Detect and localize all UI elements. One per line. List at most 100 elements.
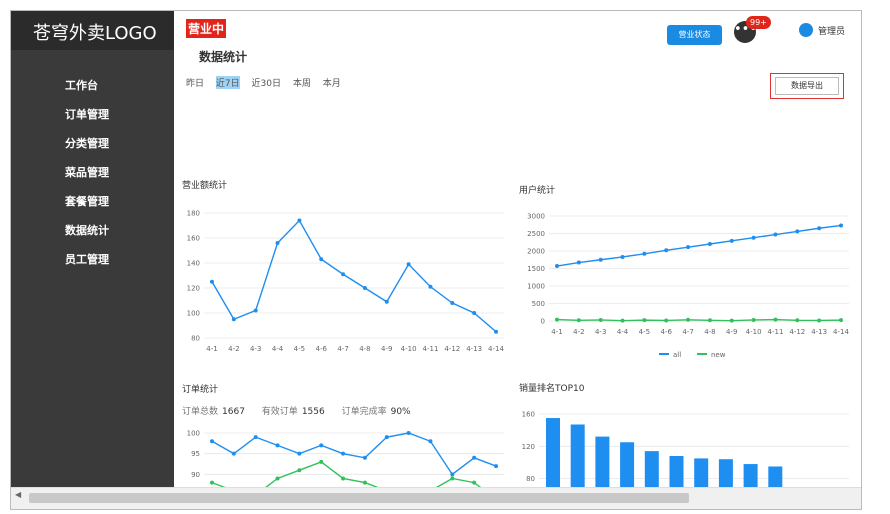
y-tick-label: 120: [187, 285, 200, 293]
data-point: [210, 279, 214, 284]
tab-yesterday[interactable]: 昨日: [186, 76, 204, 89]
x-tick-label: 4-1: [551, 328, 562, 336]
x-tick-label: 4-1: [206, 345, 217, 353]
x-tick-label: 4-5: [639, 328, 650, 336]
data-point: [707, 318, 712, 323]
order-chart: 859095100: [187, 430, 504, 509]
data-point: [642, 318, 647, 323]
horizontal-scrollbar[interactable]: ◀: [11, 487, 861, 509]
data-point: [319, 459, 324, 464]
data-point: [275, 476, 280, 481]
x-tick-label: 4-10: [746, 328, 762, 336]
x-tick-label: 4-3: [250, 345, 261, 353]
data-point: [773, 317, 778, 322]
sidebar-item-statistics[interactable]: 数据统计: [65, 222, 109, 238]
scroll-thumb[interactable]: [29, 493, 689, 503]
data-point: [598, 257, 603, 262]
data-point: [319, 257, 324, 262]
sidebar-item-employees[interactable]: 员工管理: [65, 251, 109, 267]
data-point: [341, 476, 346, 481]
data-point: [664, 248, 669, 253]
data-point: [576, 318, 581, 323]
x-tick-label: 4-3: [595, 328, 606, 336]
data-point: [773, 232, 778, 237]
main-content: 营业中 数据统计 营业状态 ••• 99+ 管理员 昨日 近7日 近30日 本周…: [174, 11, 861, 509]
y-tick-label: 95: [191, 450, 200, 458]
data-point: [406, 431, 411, 435]
data-point: [384, 299, 389, 304]
revenue-chart-title: 营业额统计: [182, 181, 228, 191]
y-tick-label: 100: [187, 430, 200, 438]
y-tick-label: 80: [191, 335, 200, 343]
data-point: [210, 439, 214, 444]
x-tick-label: 4-14: [488, 345, 504, 353]
message-count-badge: 99+: [746, 16, 771, 29]
shop-status-button[interactable]: 营业状态: [667, 25, 722, 45]
legend-label: all: [673, 351, 681, 359]
data-point: [297, 451, 302, 456]
y-tick-label: 1000: [527, 283, 545, 291]
y-tick-label: 2000: [527, 248, 545, 256]
data-point: [686, 245, 691, 250]
logo-bar: 苍穹外卖LOGO: [11, 11, 174, 50]
data-point: [686, 317, 691, 322]
app-window: 苍穹外卖LOGO 工作台 订单管理 分类管理 菜品管理 套餐管理 数据统计 员工…: [10, 10, 862, 510]
data-point: [576, 260, 581, 265]
date-filter-tabs: 昨日 近7日 近30日 本周 本月: [186, 76, 350, 89]
x-tick-label: 4-7: [682, 328, 693, 336]
tab-this-week[interactable]: 本周: [293, 76, 311, 89]
data-point: [620, 254, 625, 259]
data-point: [555, 264, 559, 269]
x-tick-label: 4-5: [294, 345, 305, 353]
data-point: [494, 464, 498, 469]
sidebar-item-orders[interactable]: 订单管理: [65, 106, 109, 122]
y-tick-label: 160: [522, 411, 535, 419]
sidebar-item-categories[interactable]: 分类管理: [65, 135, 109, 151]
x-tick-label: 4-12: [444, 345, 460, 353]
y-tick-label: 3000: [527, 213, 545, 221]
x-tick-label: 4-4: [272, 345, 284, 353]
data-point: [839, 318, 843, 323]
data-point: [751, 317, 756, 322]
x-tick-label: 4-11: [423, 345, 439, 353]
sales-top10-title: 销量排名TOP10: [519, 384, 585, 394]
data-point: [341, 451, 346, 456]
revenue-chart: 80 100 120 140 160 180 4-1 4-2 4-3 4-4 4-5 4-6 4-7 4-…: [187, 210, 505, 354]
data-point: [795, 229, 800, 234]
data-point: [406, 262, 411, 267]
tab-this-month[interactable]: 本月: [323, 76, 341, 89]
avatar[interactable]: [799, 23, 813, 37]
admin-name[interactable]: 管理员: [818, 24, 845, 37]
data-point: [210, 480, 214, 485]
data-point: [231, 317, 236, 322]
data-point: [319, 443, 324, 448]
data-point: [642, 251, 647, 256]
sidebar-item-dishes[interactable]: 菜品管理: [65, 164, 109, 180]
data-point: [450, 476, 455, 481]
data-point: [450, 301, 455, 305]
y-tick-label: 140: [187, 260, 200, 268]
y-tick-label: 160: [187, 235, 200, 243]
export-button[interactable]: 数据导出: [775, 77, 839, 95]
y-tick-label: 2500: [527, 230, 545, 238]
data-point: [297, 468, 302, 473]
tab-last-7-days[interactable]: 近7日: [215, 76, 240, 89]
data-point: [839, 223, 843, 228]
data-point: [817, 318, 822, 323]
data-point: [795, 318, 800, 323]
x-tick-label: 4-2: [228, 345, 239, 353]
x-tick-label: 4-9: [381, 345, 392, 353]
sidebar-item-setmeals[interactable]: 套餐管理: [65, 193, 109, 209]
data-point: [253, 435, 258, 440]
data-point: [751, 235, 756, 240]
data-point: [362, 480, 367, 485]
y-tick-label: 100: [187, 310, 200, 318]
tab-last-30-days[interactable]: 近30日: [252, 76, 281, 89]
sidebar-item-workbench[interactable]: 工作台: [65, 77, 98, 93]
y-tick-label: 120: [522, 443, 535, 451]
x-tick-label: 4-4: [617, 328, 629, 336]
x-tick-label: 4-10: [401, 345, 417, 353]
y-tick-label: 0: [541, 318, 545, 326]
scroll-left-icon[interactable]: ◀: [15, 490, 21, 499]
x-tick-label: 4-13: [811, 328, 827, 336]
